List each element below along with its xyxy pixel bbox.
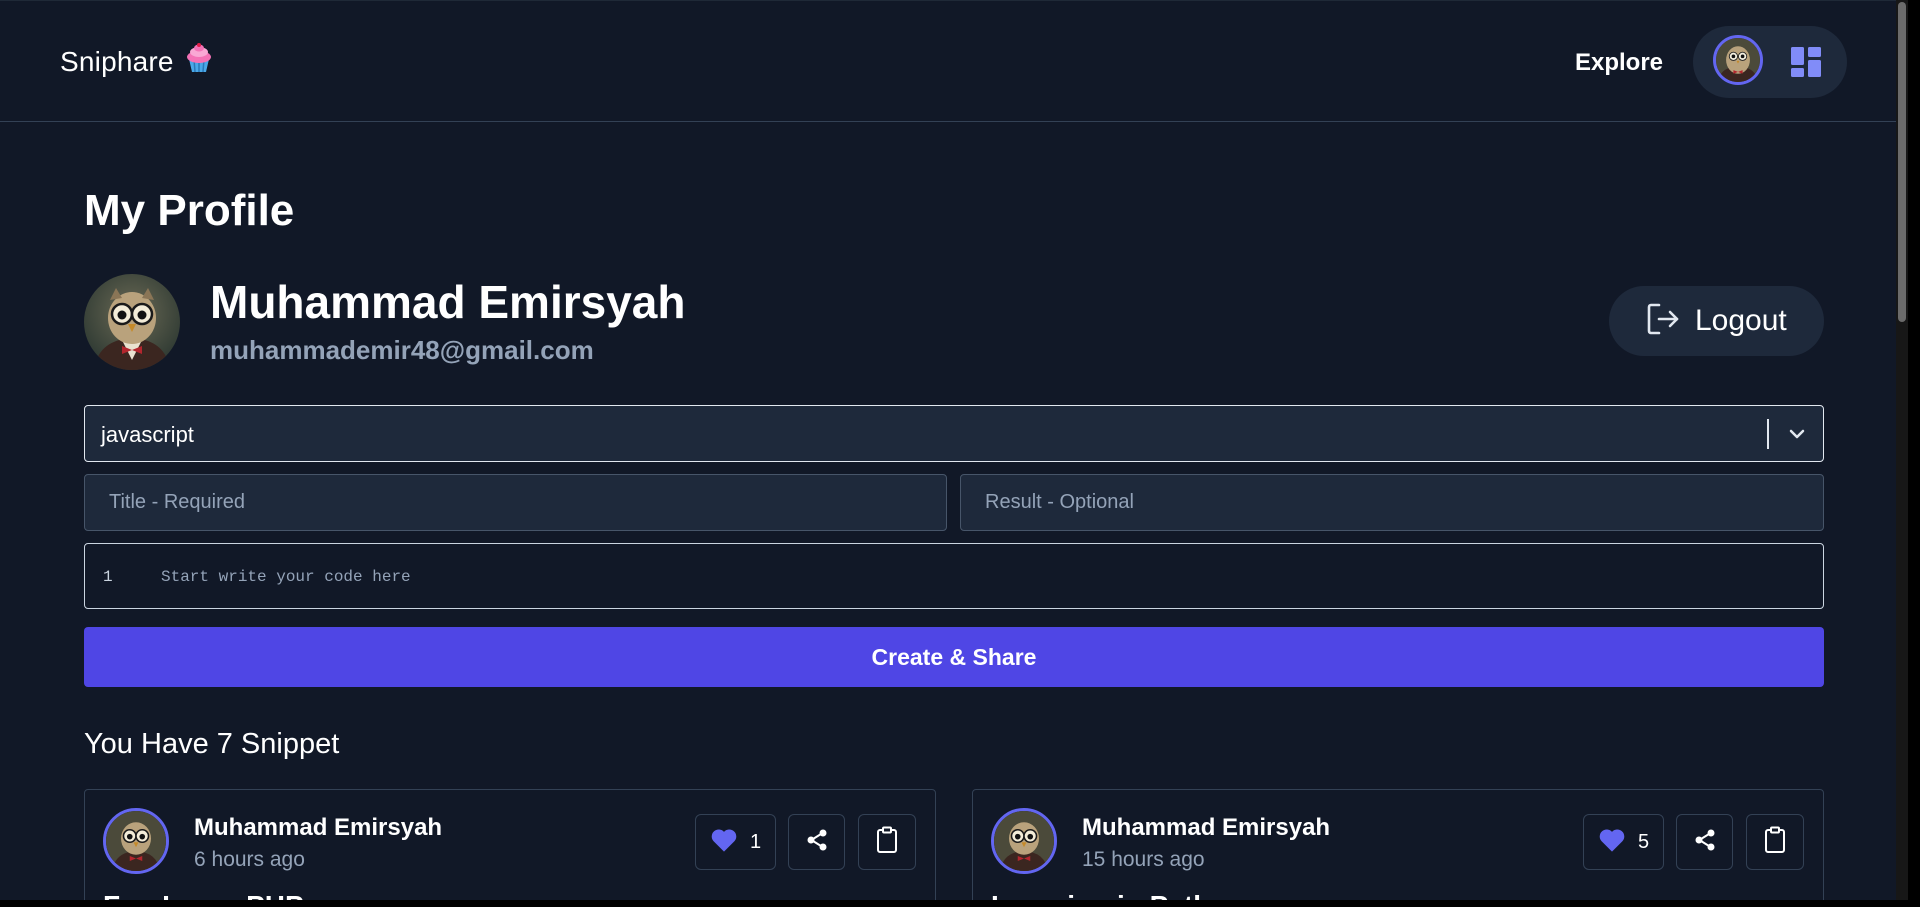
- logout-label: Logout: [1695, 304, 1787, 337]
- page-title: My Profile: [84, 186, 295, 235]
- user-avatar[interactable]: [1713, 35, 1763, 85]
- author-name: Muhammad Emirsyah: [1082, 814, 1331, 841]
- result-field[interactable]: [960, 474, 1824, 531]
- title-field[interactable]: [84, 474, 947, 531]
- author-avatar: [103, 808, 169, 874]
- logout-button[interactable]: Logout: [1609, 286, 1824, 356]
- posted-time: 6 hours ago: [194, 848, 305, 871]
- share-icon: [805, 828, 829, 857]
- code-editor[interactable]: 1 Start write your code here: [84, 543, 1824, 609]
- snippet-title[interactable]: Learning in Python: [991, 890, 1245, 900]
- logout-icon: [1645, 301, 1681, 342]
- brand-name: Sniphare: [60, 46, 174, 77]
- share-icon: [1693, 828, 1717, 857]
- posted-time: 15 hours ago: [1082, 848, 1205, 871]
- page: Sniphare Explore My Profile Muhammad Emi…: [0, 0, 1908, 900]
- copy-button[interactable]: [1746, 814, 1804, 870]
- brand-logo[interactable]: Sniphare: [60, 43, 212, 80]
- heart-icon: [1598, 827, 1626, 858]
- language-select[interactable]: javascript: [84, 405, 1824, 462]
- author-avatar: [991, 808, 1057, 874]
- like-count: 5: [1637, 830, 1650, 853]
- dashboard-grid-icon[interactable]: [1790, 46, 1822, 78]
- top-navbar: Sniphare Explore: [0, 0, 1908, 122]
- cupcake-icon: [186, 43, 212, 80]
- profile-avatar: [84, 274, 180, 370]
- copy-button[interactable]: [858, 814, 916, 870]
- snippet-card[interactable]: Muhammad Emirsyah 6 hours ago 1: [84, 789, 936, 900]
- user-menu[interactable]: [1693, 26, 1847, 98]
- like-button[interactable]: 1: [695, 814, 776, 870]
- title-input[interactable]: [85, 475, 946, 530]
- profile-name: Muhammad Emirsyah: [210, 276, 686, 328]
- chevron-down-icon[interactable]: [1787, 424, 1807, 449]
- snippet-count-heading: You Have 7 Snippet: [84, 728, 340, 760]
- result-input[interactable]: [961, 475, 1823, 530]
- select-separator: [1767, 419, 1769, 449]
- scrollbar-thumb[interactable]: [1898, 2, 1906, 322]
- nav-explore-link[interactable]: Explore: [1575, 49, 1663, 77]
- clipboard-icon: [875, 826, 899, 859]
- profile-email: muhammademir48@gmail.com: [210, 335, 594, 365]
- share-button[interactable]: [788, 814, 845, 870]
- snippet-card[interactable]: Muhammad Emirsyah 15 hours ago 5: [972, 789, 1824, 900]
- create-share-button[interactable]: Create & Share: [84, 627, 1824, 687]
- like-button[interactable]: 5: [1583, 814, 1664, 870]
- heart-icon: [710, 827, 738, 858]
- code-placeholder: Start write your code here: [161, 568, 411, 586]
- like-count: 1: [749, 830, 762, 853]
- snippet-title[interactable]: Fun Learn PHP: [103, 890, 304, 900]
- line-number: 1: [103, 568, 113, 586]
- language-select-value: javascript: [101, 422, 194, 447]
- share-button[interactable]: [1676, 814, 1733, 870]
- clipboard-icon: [1763, 826, 1787, 859]
- scrollbar[interactable]: [1896, 0, 1908, 900]
- author-name: Muhammad Emirsyah: [194, 814, 443, 841]
